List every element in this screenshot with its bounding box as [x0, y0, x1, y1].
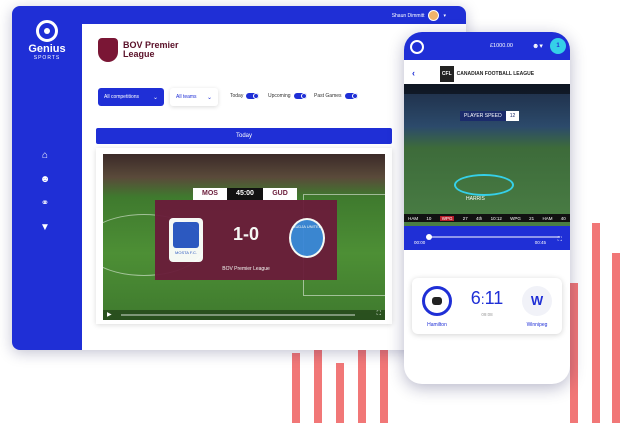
video-progress-bar[interactable] [428, 236, 560, 238]
home-team-code: MOS [193, 188, 227, 200]
video-top-strip [404, 84, 570, 94]
scorebug-away: HAM [408, 215, 419, 221]
share-icon[interactable]: ⚭ [39, 198, 51, 210]
winnipeg-logo-icon: W [522, 286, 552, 316]
fullscreen-icon[interactable]: ⛶ [377, 311, 381, 318]
scorebug-home-pts: 21 [529, 215, 535, 221]
league-crest-icon [98, 38, 118, 62]
account-balance: £1000.00 [490, 43, 513, 49]
user-menu[interactable]: Shaun Dimmitt ▾ [392, 10, 446, 21]
video-controls: ▶ ⛶ [103, 310, 385, 320]
away-badge-text: GUDJA UNITED [292, 224, 322, 229]
time-start: 00:00 [414, 240, 426, 245]
cfl-logo-icon: CFL [439, 66, 454, 82]
teams-label: All teams [176, 94, 197, 100]
notification-badge[interactable]: 1 [550, 38, 566, 54]
chevron-down-icon: ▾ [443, 12, 446, 19]
stat-value: 12 [505, 111, 520, 121]
past-games-toggle-label: Past Games [314, 93, 342, 99]
scorebug-away-short: HAM [542, 215, 553, 221]
teams-dropdown[interactable]: All teams ⌄ [170, 88, 218, 106]
competitions-dropdown[interactable]: All competitions ⌄ [98, 88, 164, 106]
score-caption: BOV Premier League [222, 266, 270, 272]
filter-icon[interactable]: ▼ [39, 222, 51, 234]
mobile-header: £1000.00 ☻▾ 1 [404, 32, 570, 60]
scorebug-home: WPG [439, 215, 455, 221]
card-score: 6:11 [470, 288, 504, 308]
competitions-label: All competitions [104, 94, 140, 100]
mobile-video-player[interactable]: PLAYER SPEED 12 HARRIS HAM 10 WPG 27 4th… [404, 84, 570, 226]
desktop-app-window: Shaun Dimmitt ▾ ⌂ ☻ ⚭ ▼ Genius SPORTS BO… [12, 6, 466, 350]
away-score: 11 [484, 288, 504, 308]
top-bar: Shaun Dimmitt ▾ [12, 6, 466, 24]
user-name: Shaun Dimmitt [391, 12, 425, 19]
toggle-switch [246, 93, 260, 99]
past-games-toggle[interactable]: Past Games [314, 93, 358, 99]
mobile-app: £1000.00 ☻▾ 1 ‹ CFL CANADIAN FOOTBALL LEA… [404, 32, 570, 384]
avatar [428, 10, 440, 21]
scorebug-home-score: 27 [462, 215, 468, 221]
today-toggle-label: Today [230, 93, 244, 99]
player-name: HARRIS [466, 196, 485, 202]
scorebug-quarter: 4th [476, 215, 483, 221]
progress-thumb[interactable] [426, 234, 432, 240]
home-icon[interactable]: ⌂ [39, 150, 51, 162]
league-name: CANADIAN FOOTBALL LEAGUE [456, 71, 535, 77]
match-score-card[interactable]: 6:11 09:08 W Hamilton Winnipeg [412, 278, 562, 334]
stat-label: PLAYER SPEED [464, 113, 502, 119]
mosta-fc-badge-icon: MOSTA F.C. [169, 218, 203, 262]
away-team-name: Winnipeg [526, 322, 548, 328]
video-progress-bar[interactable] [121, 314, 355, 316]
scorebug-clock: 10:12 [490, 215, 502, 221]
match-score: 1-0 [232, 224, 259, 244]
video-player[interactable]: MOS 45:00 GUD MOSTA F.C. 1-0 GUDJA UNITE… [103, 154, 385, 320]
scorebug-away-pts: 40 [560, 215, 566, 221]
brand-sub: SPORTS [33, 55, 61, 61]
league-header: BOV Premier League [98, 38, 183, 62]
sidebar: ⌂ ☻ ⚭ ▼ [12, 24, 82, 350]
home-badge-text: MOSTA F.C. [175, 250, 197, 255]
player-highlight-ring [454, 174, 514, 196]
mobile-video-controls: 00:00 00:45 ⛶ [404, 226, 570, 250]
users-icon[interactable]: ☻ [39, 174, 51, 186]
fullscreen-icon[interactable]: ⛶ [558, 237, 562, 244]
genius-sports-logo: Genius SPORTS [24, 20, 70, 61]
upcoming-toggle-label: Upcoming [268, 93, 291, 99]
brand-name: Genius [28, 43, 66, 55]
match-video-card: MOS 45:00 GUD MOSTA F.C. 1-0 GUDJA UNITE… [96, 148, 392, 324]
upcoming-toggle[interactable]: Upcoming [268, 93, 307, 99]
toggle-switch [344, 93, 358, 99]
league-title: BOV Premier League [123, 40, 179, 59]
home-score: 6 [470, 288, 481, 308]
scorebug: HAM 10 WPG 27 4th 10:12 WPG 21 HAM 40 [404, 214, 570, 222]
section-header-today: Today [96, 128, 392, 144]
time-end: 00:45 [534, 240, 546, 245]
genius-logo-icon [36, 20, 58, 42]
scorebug-away-score: 10 [426, 215, 432, 221]
chevron-down-icon: ⌄ [152, 94, 158, 101]
today-toggle[interactable]: Today [230, 93, 260, 99]
gudja-united-badge-icon: GUDJA UNITED [289, 218, 325, 258]
away-team-code: GUD [263, 188, 297, 200]
score-overlay: MOSTA F.C. 1-0 GUDJA UNITED BOV Premier … [155, 200, 337, 280]
chevron-down-icon: ⌄ [206, 94, 212, 101]
card-clock: 09:08 [481, 312, 493, 317]
play-icon[interactable]: ▶ [107, 311, 112, 318]
toggle-switch [293, 93, 307, 99]
home-team-name: Hamilton [427, 322, 447, 328]
match-clock: 45:00 [227, 188, 263, 200]
league-banner: CFL CANADIAN FOOTBALL LEAGUE [404, 66, 570, 82]
player-speed-overlay: PLAYER SPEED 12 [460, 111, 520, 121]
user-icon[interactable]: ☻▾ [532, 42, 543, 50]
genius-logo-icon [410, 40, 424, 54]
hamilton-logo-icon [422, 286, 452, 316]
scorebug-home-short: WPG [510, 215, 521, 221]
